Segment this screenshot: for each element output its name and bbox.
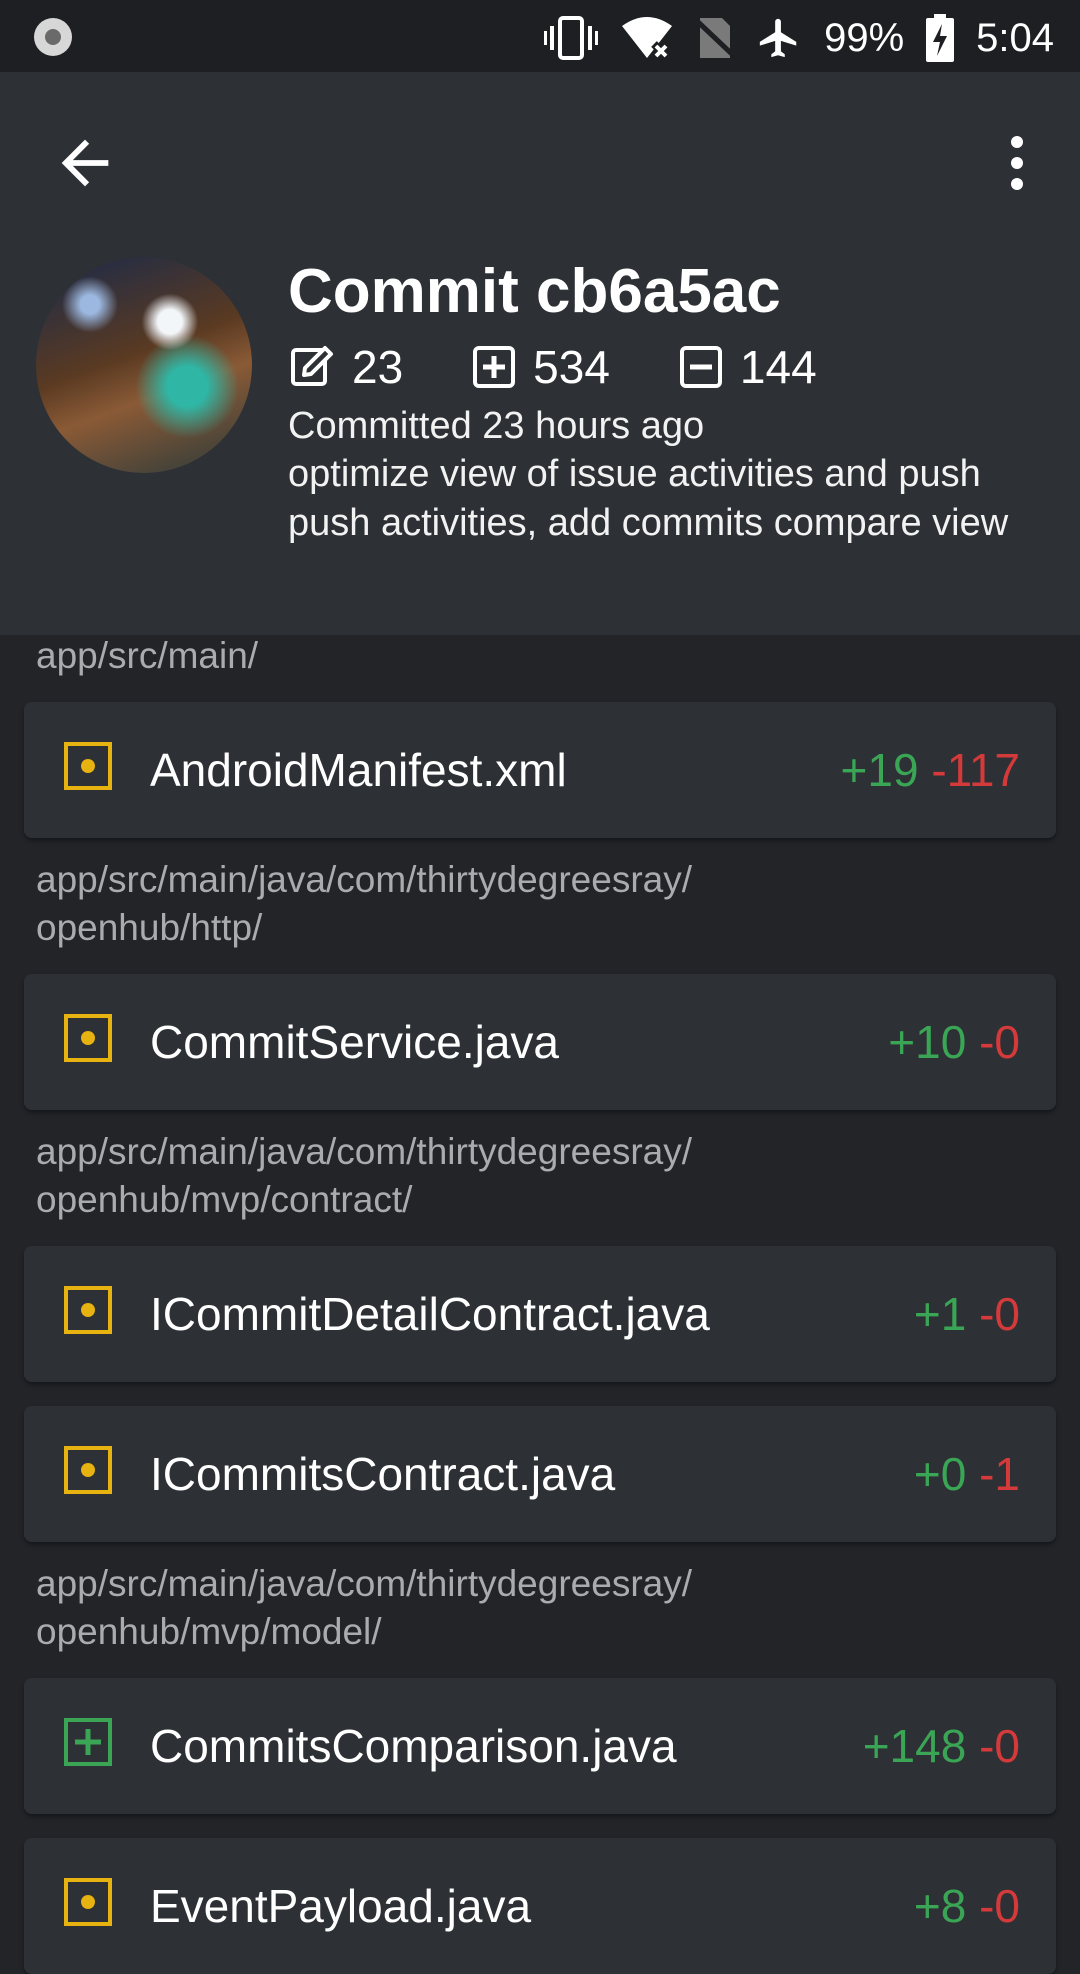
airplane-icon <box>759 18 797 58</box>
file-diff-stats: +0 -1 <box>914 1406 1020 1542</box>
edit-icon <box>291 346 333 386</box>
file-diff-stats: +10 -0 <box>888 974 1020 1110</box>
file-additions: +1 <box>913 1288 967 1340</box>
commit-time: Committed 23 hours ago <box>288 405 705 447</box>
file-name: CommitService.java <box>150 1016 559 1068</box>
file-deletions: -117 <box>931 744 1020 796</box>
deletions-count: 144 <box>739 341 817 393</box>
file-item[interactable]: AndroidManifest.xml +19 -117 <box>24 702 1056 838</box>
file-deletions: -0 <box>979 1288 1020 1340</box>
more-vert-icon <box>1011 136 1023 190</box>
additions-stat: 534 <box>473 340 610 394</box>
folder-path: app/src/main/java/com/thirtydegreesray/ … <box>36 859 692 948</box>
file-name: EventPayload.java <box>150 1880 532 1932</box>
file-item[interactable]: ICommitDetailContract.java +1 -0 <box>24 1246 1056 1382</box>
back-button[interactable] <box>50 128 120 198</box>
file-added-icon <box>64 1718 112 1766</box>
file-modified-icon <box>64 1286 112 1334</box>
file-name: CommitsComparison.java <box>150 1720 677 1772</box>
status-bar: 99% 5:04 <box>0 0 1080 72</box>
arrow-left-icon <box>61 139 109 187</box>
commit-header: Commit cb6a5ac 23 534 144 Committed 23 h… <box>0 72 1080 635</box>
file-diff-stats: +1 -0 <box>914 1246 1020 1382</box>
folder-path: app/src/main/ <box>36 635 259 676</box>
clock: 5:04 <box>976 15 1054 60</box>
battery-level: 99% <box>824 15 905 60</box>
file-deletions: -0 <box>979 1720 1020 1772</box>
file-additions: +19 <box>840 744 919 796</box>
file-modified-icon <box>64 1878 112 1926</box>
plus-square-icon <box>473 346 516 388</box>
file-name: ICommitsContract.java <box>150 1448 616 1500</box>
commit-message: optimize view of issue activities and pu… <box>288 453 1009 544</box>
file-modified-icon <box>64 1014 112 1062</box>
more-options-button[interactable] <box>992 128 1042 198</box>
file-additions: +0 <box>913 1448 967 1500</box>
file-item[interactable]: EventPayload.java +8 -0 <box>24 1838 1056 1974</box>
commit-title: Commit cb6a5ac <box>288 257 781 326</box>
file-modified-icon <box>64 742 112 790</box>
record-icon <box>34 18 72 56</box>
file-deletions: -0 <box>979 1016 1020 1068</box>
deletions-stat: 144 <box>679 340 817 394</box>
file-item[interactable]: CommitService.java +10 -0 <box>24 974 1056 1110</box>
file-name: AndroidManifest.xml <box>150 744 567 796</box>
file-item[interactable]: CommitsComparison.java +148 -0 <box>24 1678 1056 1814</box>
file-deletions: -0 <box>979 1880 1020 1932</box>
additions-count: 534 <box>533 341 610 393</box>
file-diff-stats: +8 -0 <box>914 1838 1020 1974</box>
no-sim-icon <box>696 18 735 58</box>
files-changed-stat: 23 <box>290 340 403 394</box>
file-additions: +148 <box>862 1720 967 1772</box>
files-changed-count: 23 <box>352 341 404 393</box>
wifi-off-icon <box>622 17 673 60</box>
vibrate-icon <box>544 16 599 60</box>
file-additions: +10 <box>888 1016 967 1068</box>
author-avatar[interactable] <box>36 257 252 473</box>
folder-path: app/src/main/java/com/thirtydegreesray/ … <box>36 1563 692 1652</box>
minus-square-icon <box>679 346 722 388</box>
file-additions: +8 <box>913 1880 967 1932</box>
battery-charging-icon <box>926 14 955 62</box>
file-deletions: -1 <box>979 1448 1020 1500</box>
file-name: ICommitDetailContract.java <box>150 1288 710 1340</box>
folder-path: app/src/main/java/com/thirtydegreesray/ … <box>36 1131 692 1220</box>
status-icons: 99% 5:04 <box>544 10 1054 66</box>
file-diff-stats: +148 -0 <box>863 1678 1020 1814</box>
file-modified-icon <box>64 1446 112 1494</box>
file-item[interactable]: ICommitsContract.java +0 -1 <box>24 1406 1056 1542</box>
file-diff-stats: +19 -117 <box>841 702 1020 838</box>
commit-stats: 23 534 144 <box>290 337 817 397</box>
